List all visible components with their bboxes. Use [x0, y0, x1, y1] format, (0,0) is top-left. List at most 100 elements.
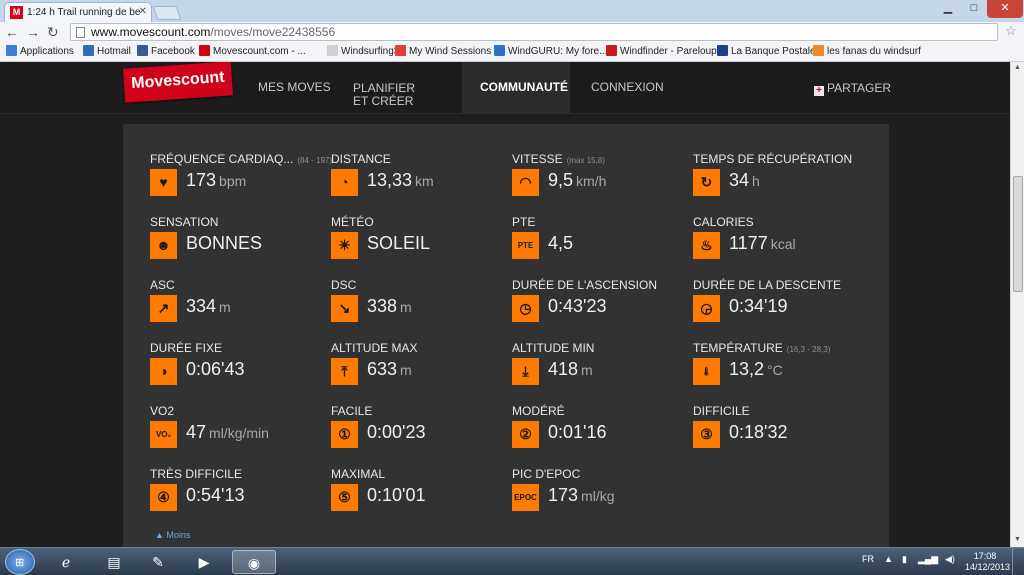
stat-value: 0:43'23: [548, 296, 607, 317]
stat-item: DURÉE DE L'ASCENSION ◷ 0:43'23: [512, 278, 682, 334]
stat-value: 0:00'23: [367, 422, 426, 443]
stat-value: 0:06'43: [186, 359, 245, 380]
battery-icon[interactable]: ▮: [902, 554, 907, 565]
share-label: PARTAGER: [827, 81, 892, 95]
bookmark-item[interactable]: Applications: [6, 45, 74, 59]
stat-item: DURÉE DE LA DESCENTE ◶ 0:34'19: [693, 278, 863, 334]
minimize-icon[interactable]: ▁: [935, 0, 961, 18]
bookmark-favicon-icon: [813, 45, 824, 56]
stat-value-number: 633: [367, 359, 398, 379]
tray-expand-icon[interactable]: ▲: [884, 554, 893, 564]
back-arrow-icon[interactable]: ←: [5, 24, 19, 40]
nav-connexion[interactable]: CONNEXION: [591, 81, 664, 94]
stat-value: 34 h: [729, 170, 760, 191]
volume-icon[interactable]: ◀): [945, 554, 955, 565]
bookmark-label: Facebook: [151, 46, 195, 57]
media-player-icon[interactable]: ▶: [182, 550, 226, 574]
stat-item: VITESSE (max 15,8) ◠ 9,5 km/h: [512, 152, 682, 208]
bookmark-star-icon[interactable]: ☆: [1005, 22, 1017, 40]
stat-value-number: 4,5: [548, 233, 574, 253]
window-close-icon[interactable]: ✕: [987, 0, 1023, 18]
stat-label-text: MODÉRÉ: [512, 404, 565, 418]
new-tab-button[interactable]: [152, 6, 182, 20]
site-nav: Movescount MES MOVES PLANIFIER ET CRÉER …: [0, 62, 1010, 114]
stat-value-number: 9,5: [548, 170, 574, 190]
stat-value-number: SOLEIL: [367, 233, 431, 253]
altitude-min-icon: ⤓: [512, 358, 539, 385]
stat-label: TRÈS DIFFICILE: [150, 467, 242, 481]
nav-mes-moves[interactable]: MES MOVES: [258, 81, 331, 94]
stat-value-number: 1177: [729, 233, 768, 253]
paint-icon[interactable]: ✎: [136, 550, 180, 574]
smiley-icon: ☻: [150, 232, 177, 259]
maximize-icon[interactable]: □: [961, 0, 987, 18]
vertical-scrollbar[interactable]: ▲ ▼: [1010, 62, 1024, 547]
stat-label: VITESSE (max 15,8): [512, 152, 605, 166]
forward-arrow-icon[interactable]: →: [26, 24, 40, 40]
stat-item: ASC ↗ 334 m: [150, 278, 320, 334]
stat-label-text: FRÉQUENCE CARDIAQ...: [150, 152, 294, 166]
page-icon: [76, 27, 85, 38]
bookmark-label: les fanas du windsurf: [827, 46, 921, 57]
scroll-thumb[interactable]: [1013, 176, 1023, 292]
stat-label: VO2: [150, 404, 174, 418]
stat-value: 334 m: [186, 296, 231, 317]
clock[interactable]: 17:08 14/12/2013: [965, 551, 1011, 573]
scroll-down-icon[interactable]: ▼: [1014, 536, 1021, 543]
bookmark-item[interactable]: WindGURU: My fore...: [494, 45, 607, 59]
reload-icon[interactable]: ↻: [47, 24, 59, 40]
bookmark-item[interactable]: Hotmail: [83, 45, 131, 59]
ie-icon[interactable]: ℯ: [44, 550, 88, 574]
stat-label: DSC: [331, 278, 356, 292]
stat-item: DURÉE FIXE ◑ 0:06'43: [150, 341, 320, 397]
stat-unit: km/h: [576, 173, 607, 189]
bookmark-favicon-icon: [199, 45, 210, 56]
stat-value: 633 m: [367, 359, 412, 380]
clock-date: 14/12/2013: [965, 562, 1011, 572]
stat-label: TEMPS DE RÉCUPÉRATION: [693, 152, 852, 166]
tab-close-icon[interactable]: ✕: [139, 6, 147, 17]
address-bar[interactable]: www.movescount.com/moves/move22438556: [70, 23, 998, 41]
language-indicator[interactable]: FR: [862, 554, 874, 564]
bookmark-item[interactable]: Facebook: [137, 45, 195, 59]
bookmark-favicon-icon: [6, 45, 17, 56]
show-desktop-button[interactable]: [1012, 548, 1024, 575]
nav-planifier[interactable]: PLANIFIER ET CRÉER: [353, 82, 433, 108]
movescount-favicon-icon: M: [10, 6, 23, 19]
browser-titlebar: M 1:24 h Trail running de be ✕ ▁ □ ✕: [0, 0, 1024, 22]
chrome-icon[interactable]: ◉: [232, 550, 276, 574]
bookmark-item[interactable]: Windfinder - Pareloup: [606, 45, 717, 59]
stat-label-text: VO2: [150, 404, 175, 418]
stat-unit: °C: [767, 362, 783, 378]
bookmark-label: My Wind Sessions: [409, 46, 492, 57]
moins-link[interactable]: ▲ Moins: [155, 530, 190, 540]
bookmark-item[interactable]: Movescount.com - ...: [199, 45, 306, 59]
stat-value: 0:01'16: [548, 422, 607, 443]
stat-label-text: TEMPÉRATURE: [693, 341, 783, 355]
stat-unit: ml/kg: [581, 488, 615, 504]
stat-value-number: 0:43'23: [548, 296, 607, 316]
stat-value: 9,5 km/h: [548, 170, 606, 191]
stat-unit: m: [581, 362, 593, 378]
browser-tab[interactable]: M 1:24 h Trail running de be ✕: [4, 2, 152, 22]
stat-unit: bpm: [219, 173, 247, 189]
stat-label: DURÉE DE LA DESCENTE: [693, 278, 841, 292]
network-icon[interactable]: ▂▄▆: [918, 554, 938, 565]
stat-value-number: BONNES: [186, 233, 263, 253]
bookmark-item[interactable]: les fanas du windsurf: [813, 45, 921, 59]
share-button[interactable]: + PARTAGER: [814, 81, 891, 96]
scroll-up-icon[interactable]: ▲: [1014, 64, 1021, 71]
explorer-folder-icon[interactable]: ▤: [92, 550, 136, 574]
bookmark-item[interactable]: La Banque Postale: [717, 45, 816, 59]
start-button[interactable]: ⊞: [5, 549, 35, 575]
stat-value-number: 47: [186, 422, 207, 442]
stat-value-number: 0:10'01: [367, 485, 426, 505]
movescount-logo[interactable]: Movescount: [122, 62, 234, 103]
nav-communaute[interactable]: COMMUNAUTÉ: [480, 81, 568, 94]
bookmark-item[interactable]: Windsurfing33: [327, 45, 405, 59]
stat-label-text: MAXIMAL: [331, 467, 386, 481]
bookmark-favicon-icon: [717, 45, 728, 56]
stat-label-text: PIC D'EPOC: [512, 467, 581, 481]
bookmark-item[interactable]: My Wind Sessions: [395, 45, 491, 59]
stat-label-text: VITESSE: [512, 152, 563, 166]
